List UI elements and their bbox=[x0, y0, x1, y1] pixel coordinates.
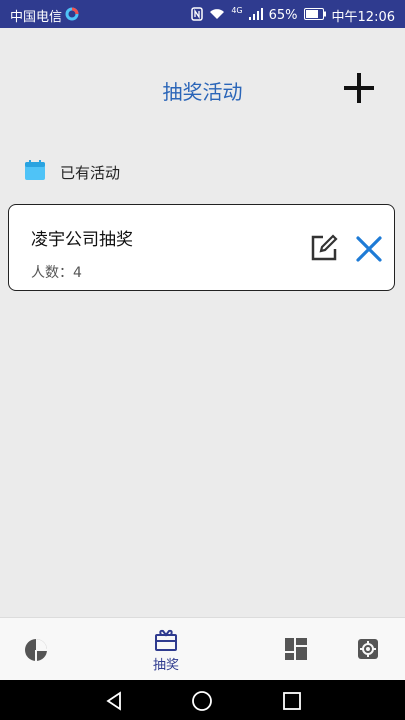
activity-name: 凌宇公司抽奖 bbox=[31, 230, 133, 250]
carrier-label: 中国电信 bbox=[10, 10, 63, 25]
tab-settings[interactable] bbox=[344, 618, 392, 680]
battery-icon bbox=[303, 7, 326, 24]
tab-lottery[interactable]: 抽奖 bbox=[136, 618, 196, 680]
delete-activity-button[interactable] bbox=[355, 235, 383, 263]
gear-icon bbox=[358, 639, 378, 659]
participant-count: 人数：4 bbox=[31, 262, 82, 282]
header: 抽奖活动 bbox=[0, 28, 405, 138]
battery-percent: 65% bbox=[268, 8, 298, 23]
edit-activity-button[interactable] bbox=[309, 233, 339, 263]
section-label: 已有活动 bbox=[60, 163, 121, 182]
participant-count-value: 4 bbox=[73, 265, 82, 281]
dashboard-icon bbox=[285, 638, 307, 660]
close-icon bbox=[356, 236, 382, 262]
section-header: 已有活动 bbox=[24, 160, 120, 184]
system-nav-bar bbox=[0, 680, 405, 720]
participant-count-label: 人数： bbox=[31, 265, 73, 281]
add-activity-button[interactable] bbox=[341, 70, 377, 106]
activity-card[interactable]: 凌宇公司抽奖 人数：4 bbox=[8, 204, 395, 291]
pie-chart-icon bbox=[25, 639, 47, 661]
status-bar: 中国电信 4G 65% 中午12:06 bbox=[0, 0, 405, 28]
tab-dashboard[interactable] bbox=[272, 618, 320, 680]
plus-icon bbox=[344, 73, 374, 103]
edit-icon bbox=[311, 234, 338, 261]
nav-home-button[interactable] bbox=[191, 690, 213, 712]
nfc-icon bbox=[191, 6, 204, 25]
tab-lottery-label: 抽奖 bbox=[152, 658, 179, 673]
wifi-icon bbox=[209, 8, 225, 24]
back-triangle-icon bbox=[106, 691, 121, 711]
recents-square-icon bbox=[283, 692, 301, 710]
home-circle-icon bbox=[192, 691, 212, 711]
carrier-logo-icon bbox=[65, 7, 79, 25]
gift-box-icon bbox=[155, 629, 177, 651]
signal-icon bbox=[248, 7, 263, 24]
bottom-tab-bar: 抽奖 bbox=[0, 617, 405, 680]
network-type: 4G bbox=[231, 6, 243, 15]
tab-statistics[interactable] bbox=[12, 618, 60, 680]
nav-back-button[interactable] bbox=[103, 690, 125, 712]
clock: 中午12:06 bbox=[331, 10, 395, 25]
nav-recents-button[interactable] bbox=[281, 690, 303, 712]
calendar-icon bbox=[24, 159, 46, 185]
